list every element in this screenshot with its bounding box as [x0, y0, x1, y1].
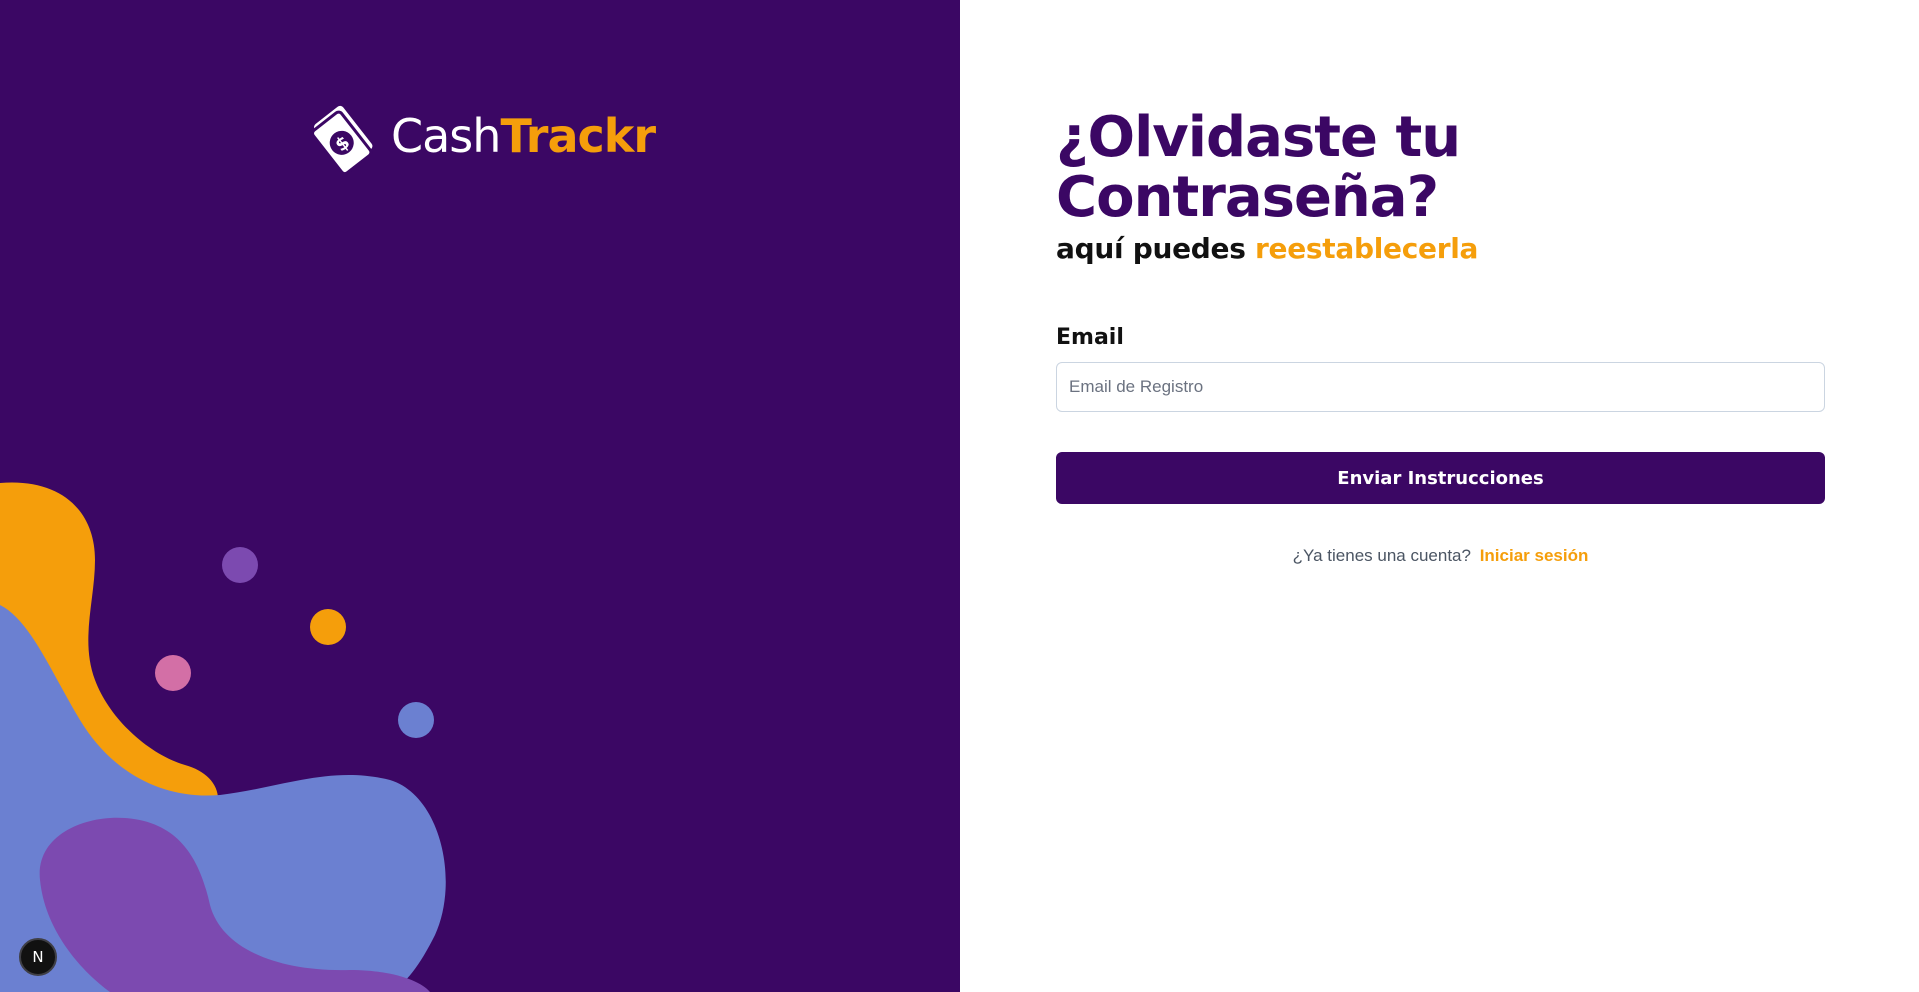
email-label: Email: [1056, 325, 1124, 350]
login-prompt-row: ¿Ya tienes una cuenta? Iniciar sesión: [1056, 546, 1825, 566]
send-instructions-button[interactable]: Enviar Instrucciones: [1056, 452, 1825, 504]
login-link[interactable]: Iniciar sesión: [1480, 546, 1589, 565]
nextjs-icon[interactable]: N: [19, 938, 57, 976]
orange-dot: [310, 609, 346, 645]
page-subtitle: aquí puedes reestablecerla: [1056, 232, 1825, 265]
brand-panel: $ CashTrackr N: [0, 0, 960, 992]
email-field[interactable]: [1056, 362, 1825, 412]
forgot-password-form: ¿Olvidaste tu Contraseña? aquí puedes re…: [1056, 108, 1825, 566]
decorative-blobs: [0, 482, 446, 992]
pink-dot: [155, 655, 191, 691]
violet-dot: [222, 547, 258, 583]
blue-dot: [398, 702, 434, 738]
form-panel: ¿Olvidaste tu Contraseña? aquí puedes re…: [960, 0, 1919, 992]
subtitle-prefix: aquí puedes: [1056, 232, 1246, 265]
page-title: ¿Olvidaste tu Contraseña?: [1056, 105, 1461, 230]
login-prompt-text: ¿Ya tienes una cuenta?: [1292, 546, 1471, 565]
subtitle-accent: reestablecerla: [1255, 232, 1479, 265]
